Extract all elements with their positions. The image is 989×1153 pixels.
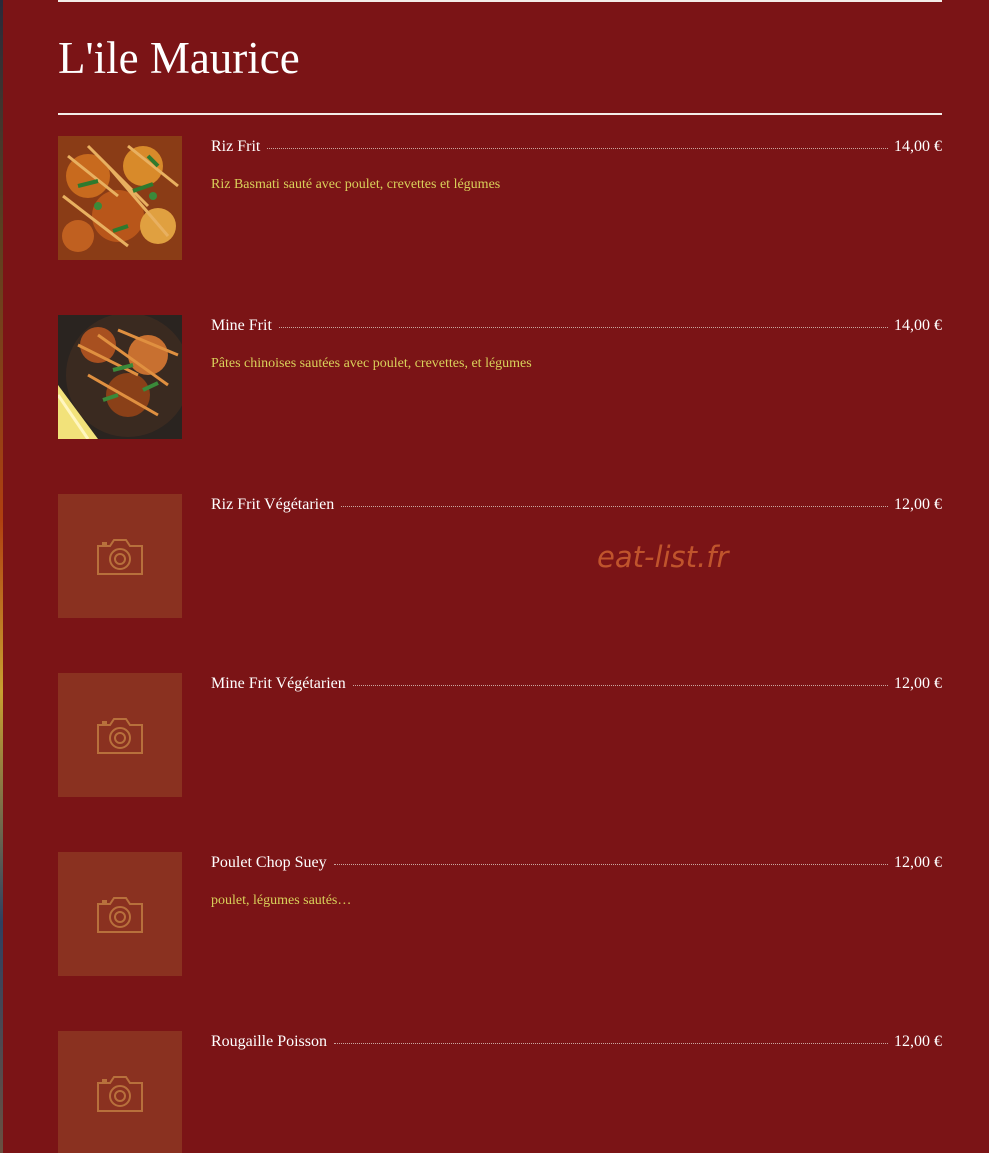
item-description: poulet, légumes sautés… bbox=[211, 893, 352, 908]
dish-photo-placeholder bbox=[58, 494, 182, 618]
camera-placeholder-icon bbox=[97, 718, 143, 754]
camera-placeholder-icon bbox=[97, 539, 143, 575]
item-name-row: Riz Frit Végétarien 12,00 € bbox=[211, 496, 942, 518]
item-name-row: Mine Frit 14,00 € bbox=[211, 317, 942, 339]
menu-item[interactable]: Mine Frit Végétarien 12,00 € bbox=[58, 673, 942, 797]
menu-item[interactable]: Riz Frit Végétarien 12,00 € bbox=[58, 494, 942, 618]
menu-item[interactable]: Poulet Chop Suey 12,00 € poulet, légumes… bbox=[58, 852, 942, 976]
dish-photo-placeholder bbox=[58, 673, 182, 797]
watermark: eat-list.fr bbox=[597, 540, 729, 574]
menu-item[interactable]: Mine Frit 14,00 € Pâtes chinoises sautée… bbox=[58, 315, 942, 439]
dish-photo-placeholder bbox=[58, 1031, 182, 1153]
item-price: 12,00 € bbox=[894, 854, 942, 871]
title-divider bbox=[58, 113, 942, 115]
dotted-leader bbox=[278, 327, 888, 328]
dotted-leader bbox=[267, 148, 888, 149]
item-price: 12,00 € bbox=[894, 1033, 942, 1050]
item-price: 14,00 € bbox=[894, 317, 942, 334]
item-name-row: Rougaille Poisson 12,00 € bbox=[211, 1033, 942, 1055]
menu-item[interactable]: Riz Frit 14,00 € Riz Basmati sauté avec … bbox=[58, 136, 942, 260]
camera-placeholder-icon bbox=[97, 897, 143, 933]
item-name: Mine Frit Végétarien bbox=[211, 675, 346, 692]
item-name: Riz Frit bbox=[211, 138, 261, 155]
menu-item[interactable]: Rougaille Poisson 12,00 € bbox=[58, 1031, 942, 1153]
item-price: 12,00 € bbox=[894, 496, 942, 513]
item-price: 14,00 € bbox=[894, 138, 942, 155]
item-name-row: Riz Frit 14,00 € bbox=[211, 138, 942, 160]
item-name: Mine Frit bbox=[211, 317, 272, 334]
camera-placeholder-icon bbox=[97, 1076, 143, 1112]
top-divider bbox=[58, 0, 942, 2]
dotted-leader bbox=[333, 864, 888, 865]
item-name-row: Mine Frit Végétarien 12,00 € bbox=[211, 675, 942, 697]
dotted-leader bbox=[334, 1043, 888, 1044]
item-price: 12,00 € bbox=[894, 675, 942, 692]
item-name: Rougaille Poisson bbox=[211, 1033, 328, 1050]
dotted-leader bbox=[352, 685, 888, 686]
dish-photo-placeholder bbox=[58, 852, 182, 976]
dish-photo[interactable] bbox=[58, 315, 182, 439]
item-name-row: Poulet Chop Suey 12,00 € bbox=[211, 854, 942, 876]
dish-photo[interactable] bbox=[58, 136, 182, 260]
section-title: L'ile Maurice bbox=[58, 33, 300, 83]
item-description: Pâtes chinoises sautées avec poulet, cre… bbox=[211, 356, 532, 371]
background-image-edge bbox=[0, 0, 3, 1153]
dotted-leader bbox=[341, 506, 888, 507]
item-name: Poulet Chop Suey bbox=[211, 854, 327, 871]
item-description: Riz Basmati sauté avec poulet, crevettes… bbox=[211, 177, 501, 192]
item-name: Riz Frit Végétarien bbox=[211, 496, 335, 513]
